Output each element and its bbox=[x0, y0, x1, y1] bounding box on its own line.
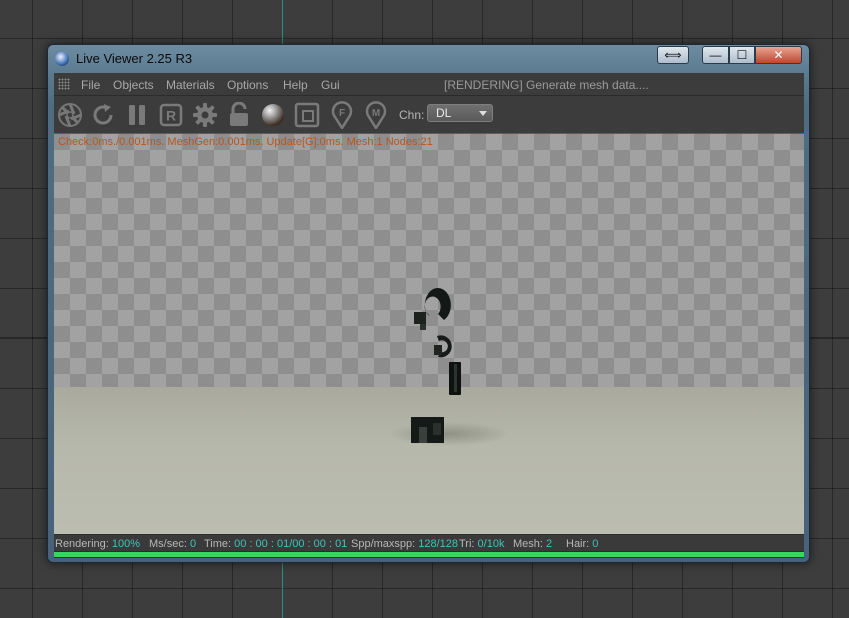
window-title: Live Viewer 2.25 R3 bbox=[76, 51, 193, 66]
menu-gui[interactable]: Gui bbox=[321, 78, 340, 92]
menu-objects[interactable]: Objects bbox=[113, 78, 154, 92]
app-logo-icon bbox=[55, 52, 69, 66]
channel-selected-value: DL bbox=[436, 106, 452, 120]
menu-bar: File Objects Materials Options Help Gui … bbox=[54, 73, 804, 95]
grip-icon[interactable] bbox=[58, 78, 70, 90]
status-spp: Spp/maxspp: 128/128 bbox=[351, 538, 459, 550]
aperture-icon[interactable] bbox=[56, 100, 84, 130]
menu-file[interactable]: File bbox=[81, 78, 100, 92]
rendered-scene bbox=[389, 288, 509, 446]
status-rendering: Rendering: 100% bbox=[55, 538, 141, 550]
status-hair: Hair: 0 bbox=[566, 538, 599, 550]
close-button[interactable]: ✕ bbox=[755, 46, 802, 64]
unlock-icon[interactable] bbox=[225, 100, 253, 130]
toolbar: R F M Chn: DL bbox=[54, 95, 804, 134]
render-region-letter: R bbox=[166, 108, 176, 124]
status-ms-per-sec: Ms/sec: 0 bbox=[149, 538, 197, 550]
focus-pin-icon[interactable]: F bbox=[328, 100, 356, 130]
chevron-down-icon bbox=[479, 111, 487, 116]
render-debug-stats: Check:0ms./0.001ms. MeshGen:0.001ms. Upd… bbox=[58, 136, 433, 148]
pause-icon[interactable] bbox=[123, 100, 151, 130]
render-status-message: [RENDERING] Generate mesh data.... bbox=[444, 78, 649, 92]
menu-materials[interactable]: Materials bbox=[166, 78, 215, 92]
focus-pin-letter: F bbox=[339, 108, 345, 119]
rendered-object-lower bbox=[411, 417, 444, 443]
swap-layout-button[interactable]: ⟺ bbox=[657, 46, 689, 64]
rendered-object-upper bbox=[414, 288, 461, 395]
status-mesh: Mesh: 2 bbox=[513, 538, 553, 550]
render-progress-bar bbox=[54, 551, 804, 558]
channel-label: Chn: bbox=[399, 108, 425, 122]
minimize-button[interactable]: — bbox=[702, 46, 729, 64]
material-sphere-icon[interactable] bbox=[259, 100, 287, 130]
settings-gear-icon[interactable] bbox=[191, 100, 219, 130]
render-viewport[interactable]: Check:0ms./0.001ms. MeshGen:0.001ms. Upd… bbox=[54, 134, 804, 534]
refresh-icon[interactable] bbox=[89, 100, 117, 130]
material-pin-icon[interactable]: M bbox=[362, 100, 390, 130]
render-region-icon[interactable]: R bbox=[157, 100, 185, 130]
status-time: Time: 00 : 00 : 01/00 : 00 : 01 bbox=[204, 538, 348, 550]
maximize-button[interactable]: ☐ bbox=[729, 46, 755, 64]
menu-options[interactable]: Options bbox=[227, 78, 268, 92]
channel-select[interactable]: DL bbox=[427, 104, 493, 122]
title-bar[interactable]: Live Viewer 2.25 R3 ⟺ — ☐ ✕ bbox=[48, 45, 809, 73]
material-pin-letter: M bbox=[372, 108, 380, 119]
live-viewer-window: Live Viewer 2.25 R3 ⟺ — ☐ ✕ File Objects… bbox=[47, 44, 810, 563]
region-frame-icon[interactable] bbox=[293, 100, 321, 130]
viewer-client-area: File Objects Materials Options Help Gui … bbox=[54, 73, 804, 558]
render-progress-fill bbox=[54, 552, 804, 557]
status-bar: Rendering: 100% Ms/sec: 0 Time: 00 : 00 … bbox=[54, 534, 804, 552]
status-triangles: Tri: 0/10k bbox=[459, 538, 505, 550]
menu-help[interactable]: Help bbox=[283, 78, 308, 92]
